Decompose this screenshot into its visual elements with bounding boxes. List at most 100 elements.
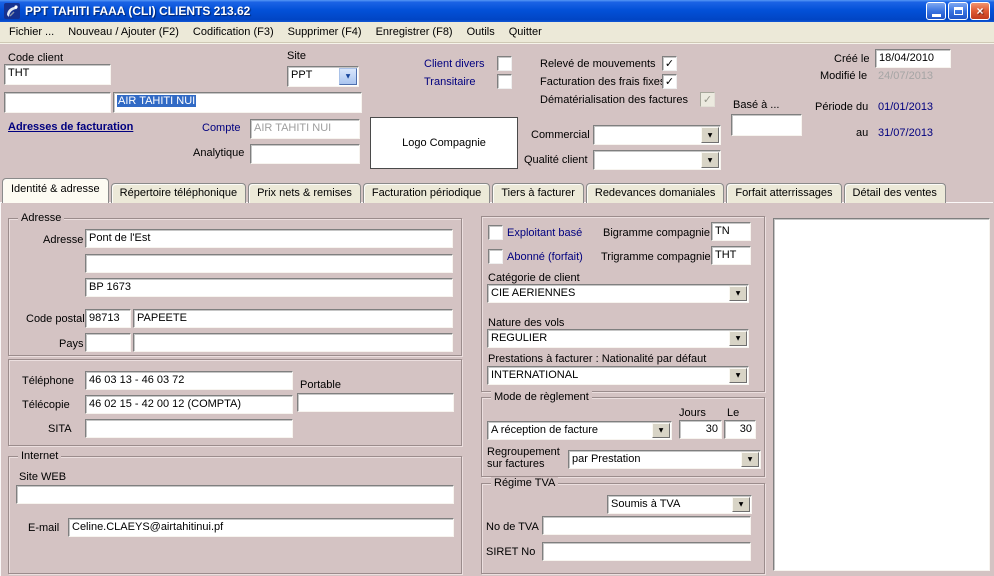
code-postal-label: Code postal xyxy=(26,313,85,326)
mode-reglement-select[interactable]: A réception de facture ▼ xyxy=(487,421,672,440)
releve-mouvements-label: Relevé de mouvements xyxy=(540,58,656,71)
ville-input[interactable]: PAPEETE xyxy=(133,309,453,328)
pays-input[interactable] xyxy=(133,333,453,352)
sita-label: SITA xyxy=(48,423,72,436)
no-tva-label: No de TVA xyxy=(486,521,539,534)
qualite-client-label: Qualité client xyxy=(524,154,588,167)
cree-le-input[interactable]: 18/04/2010 xyxy=(875,49,951,68)
qualite-client-select[interactable]: ▼ xyxy=(593,150,721,170)
window-controls: × xyxy=(926,2,990,20)
abonne-forfait-checkbox[interactable] xyxy=(488,249,503,264)
email-input[interactable]: Celine.CLAEYS@airtahitinui.pf xyxy=(68,518,454,537)
nature-vols-select[interactable]: REGULIER ▼ xyxy=(487,329,749,348)
second-code-input[interactable] xyxy=(4,92,111,113)
pays-code-input[interactable] xyxy=(85,333,131,352)
maximize-button[interactable] xyxy=(948,2,968,20)
menu-supprimer[interactable]: Supprimer (F4) xyxy=(288,26,362,38)
chevron-down-icon[interactable]: ▼ xyxy=(701,127,719,143)
telecopie-label: Télécopie xyxy=(22,399,70,412)
adresse-label: Adresse xyxy=(43,234,83,247)
chevron-down-icon[interactable]: ▼ xyxy=(701,152,719,168)
site-web-input[interactable] xyxy=(16,485,454,504)
menu-codification[interactable]: Codification (F3) xyxy=(193,26,274,38)
compte-label: Compte xyxy=(202,122,241,135)
base-a-input[interactable] xyxy=(731,114,802,136)
chevron-down-icon[interactable]: ▼ xyxy=(732,497,750,512)
tab-redevances-domaniales[interactable]: Redevances domaniales xyxy=(586,183,724,203)
menu-bar: Fichier ... Nouveau / Ajouter (F2) Codif… xyxy=(0,22,994,43)
prestations-label: Prestations à facturer : Nationalité par… xyxy=(488,353,706,366)
no-tva-input[interactable] xyxy=(542,516,751,535)
abonne-forfait-label: Abonné (forfait) xyxy=(507,251,583,264)
tab-forfait-atterrissages[interactable]: Forfait atterrissages xyxy=(726,183,841,203)
siret-input[interactable] xyxy=(542,542,751,561)
periode-du-label: Période du xyxy=(815,101,868,114)
releve-mouvements-checkbox[interactable]: ✓ xyxy=(662,56,677,71)
compte-input: AIR TAHITI NUI xyxy=(250,119,360,139)
telephone-input[interactable]: 46 03 13 - 46 03 72 xyxy=(85,371,293,390)
close-button[interactable]: × xyxy=(970,2,990,20)
logo-compagnie-box[interactable]: Logo Compagnie xyxy=(370,117,518,169)
chevron-down-icon[interactable]: ▼ xyxy=(729,368,747,383)
regroupement-label-line2: sur factures xyxy=(487,458,544,471)
portable-input[interactable] xyxy=(297,393,454,412)
sita-input[interactable] xyxy=(85,419,293,438)
site-label: Site xyxy=(287,50,306,63)
tab-prix-nets-remises[interactable]: Prix nets & remises xyxy=(248,183,361,203)
adresse-line2-input[interactable] xyxy=(85,254,453,273)
tab-identite-adresse[interactable]: Identité & adresse xyxy=(2,178,109,203)
pays-label: Pays xyxy=(59,338,83,351)
chevron-down-icon[interactable]: ▼ xyxy=(729,286,747,301)
menu-fichier[interactable]: Fichier ... xyxy=(9,26,54,38)
menu-enregistrer[interactable]: Enregistrer (F8) xyxy=(376,26,453,38)
categorie-client-select[interactable]: CIE AERIENNES ▼ xyxy=(487,284,749,303)
chevron-down-icon[interactable]: ▼ xyxy=(741,452,759,467)
adresses-facturation-link[interactable]: Adresses de facturation xyxy=(8,121,133,134)
telecopie-input[interactable]: 46 02 15 - 42 00 12 (COMPTA) xyxy=(85,395,293,414)
bigramme-label: Bigramme compagnie xyxy=(603,227,710,240)
exploitant-base-label: Exploitant basé xyxy=(507,227,582,240)
prestations-select[interactable]: INTERNATIONAL ▼ xyxy=(487,366,749,385)
tab-detail-des-ventes[interactable]: Détail des ventes xyxy=(844,183,946,203)
adresse-line3-input[interactable]: BP 1673 xyxy=(85,278,453,297)
dematerialisation-label: Dématérialisation des factures xyxy=(540,94,688,107)
code-client-input[interactable]: THT xyxy=(4,64,111,85)
tab-tiers-a-facturer[interactable]: Tiers à facturer xyxy=(492,183,584,203)
chevron-down-icon[interactable]: ▼ xyxy=(729,331,747,346)
menu-quitter[interactable]: Quitter xyxy=(509,26,542,38)
adresse-line1-input[interactable]: Pont de l'Est xyxy=(85,229,453,248)
client-divers-label: Client divers xyxy=(424,58,485,71)
frais-fixes-checkbox[interactable]: ✓ xyxy=(662,74,677,89)
menu-outils[interactable]: Outils xyxy=(467,26,495,38)
commercial-select[interactable]: ▼ xyxy=(593,125,721,145)
minimize-icon xyxy=(932,14,941,17)
site-select[interactable]: PPT ▼ xyxy=(287,66,359,87)
le-input[interactable]: 30 xyxy=(724,420,756,439)
regime-tva-select[interactable]: Soumis à TVA ▼ xyxy=(607,495,752,514)
bigramme-input[interactable]: TN xyxy=(711,222,751,241)
dematerialisation-checkbox: ✓ xyxy=(700,92,715,107)
check-icon: ✓ xyxy=(665,76,674,87)
internet-group: Internet xyxy=(8,456,462,574)
selected-text: AIR TAHITI NUI xyxy=(117,95,196,107)
telephone-label: Téléphone xyxy=(22,375,74,388)
tab-repertoire-telephonique[interactable]: Répertoire téléphonique xyxy=(111,183,246,203)
client-divers-checkbox[interactable] xyxy=(497,56,512,71)
regroupement-select[interactable]: par Prestation ▼ xyxy=(568,450,761,469)
chevron-down-icon[interactable]: ▼ xyxy=(339,68,357,85)
siret-label: SIRET No xyxy=(486,546,535,559)
jours-input[interactable]: 30 xyxy=(679,420,722,439)
analytique-input[interactable] xyxy=(250,144,360,164)
menu-nouveau-ajouter[interactable]: Nouveau / Ajouter (F2) xyxy=(68,26,179,38)
trigramme-input[interactable]: THT xyxy=(711,246,751,265)
tab-facturation-periodique[interactable]: Facturation périodique xyxy=(363,183,490,203)
minimize-button[interactable] xyxy=(926,2,946,20)
code-postal-input[interactable]: 98713 xyxy=(85,309,131,328)
jours-label: Jours xyxy=(679,407,706,420)
client-name-input[interactable]: AIR TAHITI NUI xyxy=(113,92,362,113)
transitaire-checkbox[interactable] xyxy=(497,74,512,89)
portable-label: Portable xyxy=(300,379,341,392)
chevron-down-icon[interactable]: ▼ xyxy=(652,423,670,438)
modifie-le-label: Modifié le xyxy=(820,70,867,83)
exploitant-base-checkbox[interactable] xyxy=(488,225,503,240)
